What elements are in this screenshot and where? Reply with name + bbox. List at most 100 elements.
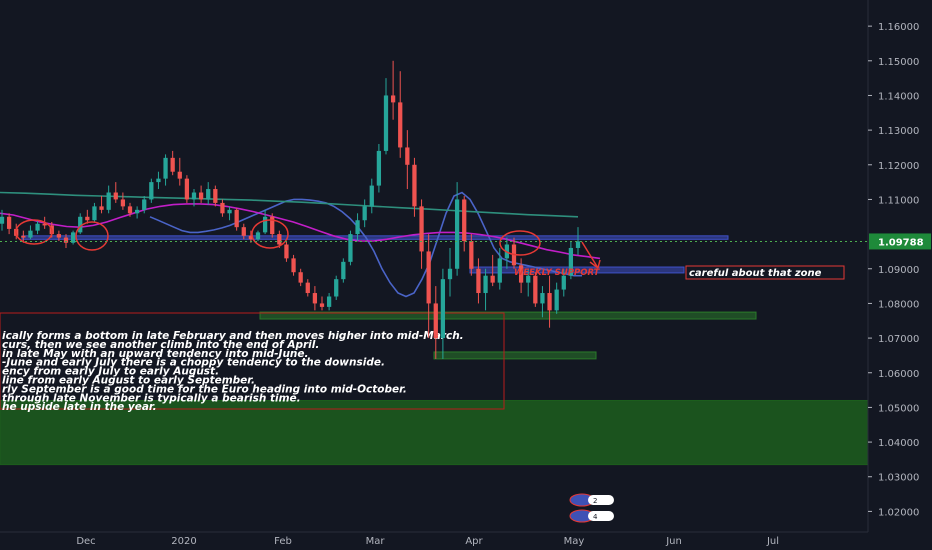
- price-zone: [21, 235, 729, 240]
- price-zone: [433, 351, 597, 360]
- candle-body: [554, 289, 559, 311]
- time-tick-label: May: [564, 536, 585, 547]
- candle-body: [497, 258, 502, 283]
- event-badge-pill: [588, 511, 614, 521]
- candle-body: [99, 206, 104, 210]
- price-tick-label: 1.13000: [878, 126, 919, 137]
- candle-body: [277, 234, 282, 245]
- candle-body: [454, 199, 460, 269]
- candle-body: [369, 185, 374, 207]
- candle-body: [319, 303, 325, 307]
- candle-body: [390, 95, 396, 103]
- weekly-support-label: WEEKLY SUPPORT: [514, 268, 601, 278]
- candle-body: [106, 192, 111, 210]
- time-tick-label: Dec: [76, 536, 95, 547]
- time-tick-label: Mar: [366, 536, 386, 547]
- price-badge-label: 1.09788: [878, 237, 924, 248]
- candle-body: [284, 244, 289, 259]
- candle-body: [312, 293, 318, 304]
- note-line: he upside late in the year.: [2, 401, 157, 413]
- price-tick-label: 1.12000: [878, 161, 919, 172]
- candle-body: [85, 216, 90, 221]
- candle-body: [255, 232, 261, 240]
- candle-body: [419, 206, 424, 252]
- candle-body: [163, 157, 168, 179]
- candle-body: [6, 216, 12, 229]
- candle-body: [234, 209, 239, 228]
- candle: [348, 230, 353, 266]
- candle: [70, 230, 76, 245]
- candle-body: [447, 268, 453, 280]
- candle: [149, 178, 154, 203]
- event-badge-pill: [588, 495, 614, 505]
- candle-body: [56, 234, 62, 238]
- candle-body: [433, 303, 438, 339]
- candle-body: [362, 206, 367, 221]
- event-badge: 2: [569, 493, 614, 507]
- candle-body: [191, 192, 197, 200]
- price-tick-label: 1.16000: [878, 22, 919, 33]
- candle-body: [334, 279, 339, 297]
- candle-body: [341, 261, 346, 280]
- candle-body: [383, 95, 389, 151]
- candle-body: [326, 296, 332, 307]
- candle-body: [462, 199, 467, 242]
- event-badge-count: 4: [593, 513, 598, 521]
- candle-body: [21, 235, 26, 238]
- price-tick-label: 1.07000: [878, 334, 919, 345]
- callout-text: careful about that zone: [689, 268, 822, 279]
- candle-body: [348, 234, 353, 262]
- candle-body: [305, 282, 310, 294]
- candle-body: [177, 171, 182, 179]
- candle: [376, 143, 382, 193]
- candle-body: [206, 189, 211, 200]
- price-tick-label: 1.04000: [878, 438, 919, 449]
- candle-body: [170, 157, 175, 172]
- candle: [184, 175, 190, 203]
- candle: [334, 275, 339, 300]
- candle-body: [127, 206, 133, 214]
- candle-body: [35, 223, 40, 231]
- price-tick-label: 1.02000: [878, 507, 919, 518]
- event-badge-count: 2: [593, 497, 597, 505]
- candle-body: [483, 275, 488, 294]
- price-tick-label: 1.03000: [878, 473, 919, 484]
- price-tick-label: 1.15000: [878, 57, 919, 68]
- time-tick-label: Feb: [274, 536, 292, 547]
- candle-body: [149, 182, 154, 200]
- candle-body: [113, 192, 118, 200]
- candle-body: [476, 268, 481, 294]
- candle-body: [398, 102, 403, 148]
- price-tick-label: 1.08000: [878, 299, 919, 310]
- price-tick-label: 1.05000: [878, 403, 919, 414]
- candle-body: [490, 275, 495, 283]
- candle-body: [298, 272, 303, 283]
- time-tick-label: Apr: [465, 536, 483, 547]
- candle-body: [355, 220, 360, 235]
- price-axis[interactable]: 1.02000 1.03000 1.04000 1.05000 1.06000 1.070…: [867, 0, 932, 550]
- candle-body: [533, 275, 538, 304]
- time-tick-label: Jun: [665, 536, 682, 547]
- candle-body: [198, 192, 204, 200]
- candle-body: [213, 189, 218, 203]
- candle: [341, 258, 346, 283]
- candle-body: [92, 206, 97, 221]
- candle-body: [227, 209, 232, 214]
- forex-candlestick-chart[interactable]: ically forms a bottom in late February a…: [0, 0, 932, 550]
- candle-body: [469, 241, 474, 269]
- candle-body: [241, 227, 246, 236]
- price-tick-label: 1.14000: [878, 91, 919, 102]
- candle-body: [220, 202, 225, 214]
- candle-body: [63, 237, 69, 243]
- price-tick-label: 1.06000: [878, 369, 919, 380]
- candle-body: [412, 164, 417, 207]
- candle-body: [376, 150, 382, 186]
- candle-body: [547, 293, 552, 311]
- current-price-badge: 1.09788: [869, 233, 931, 250]
- candle-body: [405, 147, 410, 165]
- candle-body: [575, 241, 581, 248]
- candle-body: [262, 216, 268, 233]
- event-badge: 4: [569, 509, 614, 523]
- candle-body: [156, 178, 161, 183]
- price-tick-label: 1.11000: [878, 195, 919, 206]
